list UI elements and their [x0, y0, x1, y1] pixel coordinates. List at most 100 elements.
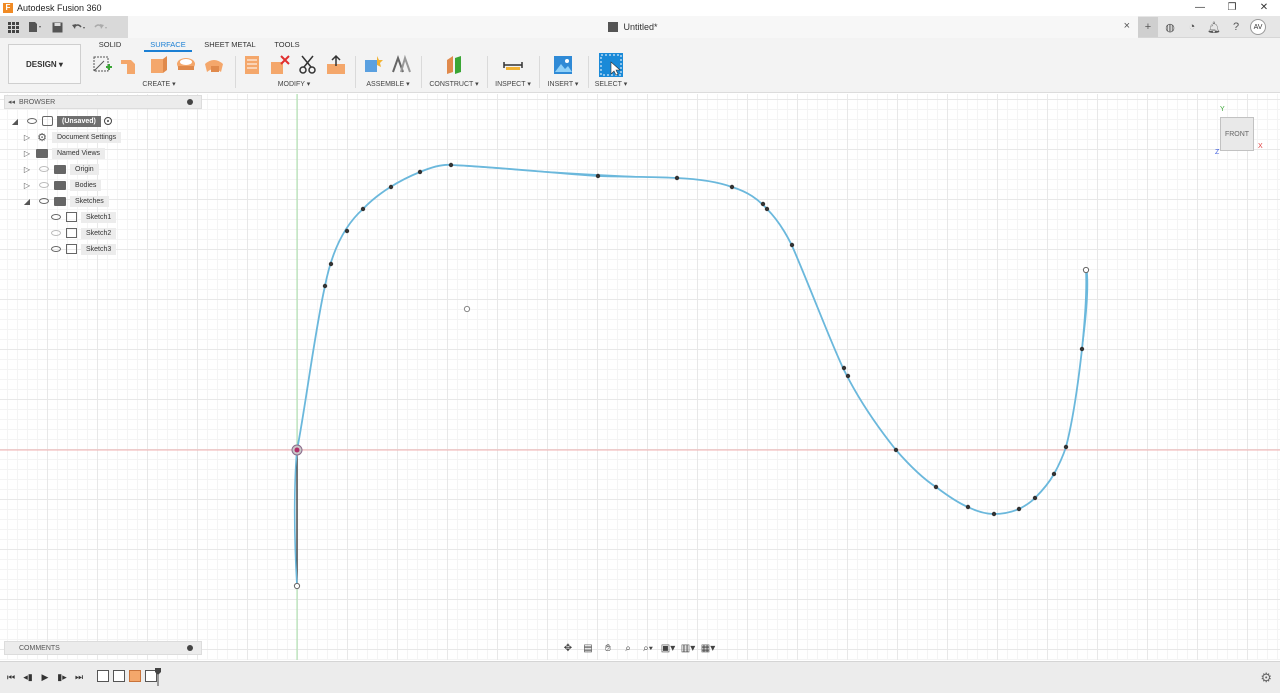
notifications-bell-icon[interactable]: 🔔︎	[1204, 17, 1224, 37]
visibility-eye-icon[interactable]	[38, 181, 50, 189]
tree-item-named-views[interactable]: ▷ Named Views	[10, 145, 200, 161]
fit-point[interactable]	[448, 162, 454, 168]
job-status-icon[interactable]: ◔	[1182, 17, 1202, 37]
construct-group-label[interactable]: CONSTRUCT ▾	[425, 80, 483, 88]
fit-point[interactable]	[328, 261, 334, 267]
timeline-sketch-icon[interactable]	[97, 670, 109, 682]
assemble-group-label[interactable]: ASSEMBLE ▾	[359, 80, 417, 88]
timeline-feature-icon[interactable]	[129, 670, 141, 682]
extend-icon[interactable]	[325, 54, 347, 76]
expand-arrow-icon[interactable]: ▷	[22, 165, 32, 174]
visibility-eye-icon[interactable]	[50, 213, 62, 221]
new-component-icon[interactable]	[362, 54, 384, 76]
timeline-marker-icon[interactable]	[155, 668, 161, 686]
activate-radio-icon[interactable]	[103, 117, 112, 125]
measure-icon[interactable]	[502, 54, 524, 76]
collapse-browser-icon[interactable]: ◂◂	[8, 98, 15, 106]
minimize-button[interactable]: —	[1184, 0, 1216, 16]
fit-point[interactable]	[1016, 506, 1022, 512]
save-icon[interactable]	[48, 18, 66, 36]
tab-tools[interactable]: TOOLS	[272, 38, 302, 52]
browser-panel-header[interactable]: ◂◂ BROWSER	[4, 95, 202, 109]
fit-point[interactable]	[1032, 495, 1038, 501]
redo-icon[interactable]	[92, 18, 110, 36]
fit-point[interactable]	[789, 242, 795, 248]
tree-item-document-settings[interactable]: ▷ ⚙ Document Settings	[10, 129, 200, 145]
line-endpoint[interactable]	[293, 582, 301, 590]
delete-face-icon[interactable]	[269, 54, 291, 76]
fit-point[interactable]	[344, 228, 350, 234]
spline-endpoint[interactable]	[1082, 266, 1090, 274]
fit-point[interactable]	[322, 283, 328, 289]
apps-grid-icon[interactable]	[4, 18, 22, 36]
sketch-point[interactable]	[463, 305, 471, 313]
tree-item-bodies[interactable]: ▷ Bodies	[10, 177, 200, 193]
play-icon[interactable]: ▶	[39, 671, 51, 683]
modify-group-label[interactable]: MODIFY ▾	[238, 80, 350, 88]
tab-surface[interactable]: SURFACE	[144, 38, 192, 52]
visibility-eye-icon[interactable]	[26, 117, 38, 125]
fit-point[interactable]	[595, 173, 601, 179]
tab-sheet-metal[interactable]: SHEET METAL	[202, 38, 258, 52]
display-settings-icon[interactable]: ▣▾	[660, 642, 676, 654]
tree-item-sketches[interactable]: ◢ Sketches	[10, 193, 200, 209]
go-to-end-icon[interactable]: ⏭	[73, 671, 85, 683]
fit-point[interactable]	[841, 365, 847, 371]
workspace-switcher[interactable]: DESIGN ▾	[8, 44, 81, 84]
fit-point[interactable]	[893, 447, 899, 453]
expand-arrow-icon[interactable]: ▷	[22, 133, 32, 142]
select-cursor-icon[interactable]	[598, 52, 624, 78]
comments-panel-header[interactable]: COMMENTS	[4, 641, 202, 655]
zoom-icon[interactable]: ⌕	[620, 642, 636, 654]
tree-item-origin[interactable]: ▷ Origin	[10, 161, 200, 177]
help-icon[interactable]: ?	[1226, 17, 1246, 37]
joint-icon[interactable]	[390, 54, 412, 76]
spline-curve[interactable]	[296, 163, 1088, 515]
close-document-button[interactable]: ×	[1124, 20, 1130, 32]
create-group-label[interactable]: CREATE ▾	[88, 80, 230, 88]
expand-arrow-icon[interactable]: ▷	[22, 149, 32, 158]
collapse-arrow-icon[interactable]: ◢	[10, 117, 20, 126]
step-forward-icon[interactable]: ▮▸	[56, 671, 68, 683]
insert-canvas-icon[interactable]	[552, 54, 574, 76]
create-sketch-icon[interactable]	[91, 54, 113, 76]
fit-point[interactable]	[388, 184, 394, 190]
fit-point[interactable]	[991, 511, 997, 517]
fit-point[interactable]	[1079, 346, 1085, 352]
fit-point[interactable]	[764, 206, 770, 212]
collapse-arrow-icon[interactable]: ◢	[22, 197, 32, 206]
extrude-icon[interactable]	[119, 54, 141, 76]
fit-point[interactable]	[674, 175, 680, 181]
visibility-eye-icon[interactable]	[38, 165, 50, 173]
viewports-icon[interactable]: ▦▾	[700, 642, 716, 654]
avatar[interactable]: AV	[1250, 19, 1266, 35]
fit-point[interactable]	[933, 484, 939, 490]
trim-scissors-icon[interactable]	[297, 54, 319, 76]
pan-hand-icon[interactable]: ✋︎	[600, 642, 616, 654]
revolve-icon[interactable]	[147, 54, 169, 76]
fit-point[interactable]	[1063, 444, 1069, 450]
fit-point[interactable]	[417, 169, 423, 175]
fit-point[interactable]	[1051, 471, 1057, 477]
visibility-eye-icon[interactable]	[50, 229, 62, 237]
fit-point[interactable]	[965, 504, 971, 510]
tree-item-sketch2[interactable]: Sketch2	[10, 225, 200, 241]
insert-group-label[interactable]: INSERT ▾	[543, 80, 583, 88]
tree-item-sketch3[interactable]: Sketch3	[10, 241, 200, 257]
sweep-icon[interactable]	[175, 54, 197, 76]
loft-icon[interactable]	[203, 54, 225, 76]
file-icon[interactable]	[26, 18, 44, 36]
visibility-eye-icon[interactable]	[38, 197, 50, 205]
new-tab-plus-icon[interactable]: +	[1138, 17, 1158, 37]
timeline-sketch-icon[interactable]	[113, 670, 125, 682]
extensions-icon[interactable]: ◍	[1160, 17, 1180, 37]
zoom-window-icon[interactable]: ⌕▾	[640, 642, 656, 654]
go-to-start-icon[interactable]: ⏮	[5, 671, 17, 683]
fit-point[interactable]	[729, 184, 735, 190]
undo-icon[interactable]	[70, 18, 88, 36]
inspect-group-label[interactable]: INSPECT ▾	[491, 80, 535, 88]
orbit-icon[interactable]: ✥	[560, 642, 576, 654]
fit-point[interactable]	[845, 373, 851, 379]
fit-point[interactable]	[760, 201, 766, 207]
tab-solid[interactable]: SOLID	[90, 38, 130, 52]
